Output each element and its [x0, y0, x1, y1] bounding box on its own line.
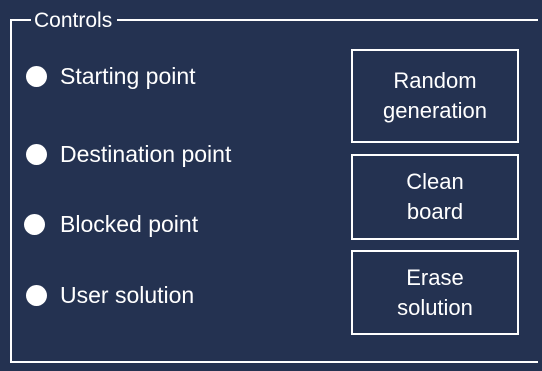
- random-generation-button[interactable]: Random generation: [351, 49, 519, 143]
- clean-board-label-line2: board: [406, 199, 464, 224]
- radio-button-indicator[interactable]: [26, 284, 47, 306]
- clean-board-button[interactable]: Clean board: [351, 154, 519, 240]
- erase-solution-label-line2: solution: [397, 294, 473, 320]
- radio-label-user-solution: User solution: [60, 282, 195, 308]
- radio-blocked-point[interactable]: Blocked point: [24, 210, 198, 238]
- radio-button-indicator[interactable]: [26, 65, 47, 87]
- controls-title: Controls: [31, 8, 118, 34]
- radio-button-indicator[interactable]: [26, 143, 47, 165]
- radio-button-indicator[interactable]: [24, 213, 45, 235]
- random-generation-label-line2: generation: [383, 98, 487, 123]
- erase-solution-label-line1: Erase: [406, 264, 464, 290]
- random-generation-label-line1: Random: [393, 68, 477, 93]
- radio-destination-point[interactable]: Destination point: [26, 140, 231, 168]
- clean-board-label-line1: Clean: [406, 169, 464, 194]
- radio-label-blocked-point: Blocked point: [60, 211, 199, 237]
- radio-starting-point[interactable]: Starting point: [26, 62, 196, 90]
- erase-solution-button[interactable]: Erase solution: [351, 250, 519, 335]
- radio-user-solution[interactable]: User solution: [26, 281, 194, 309]
- radio-label-starting-point: Starting point: [60, 63, 196, 89]
- radio-label-destination-point: Destination point: [60, 141, 232, 167]
